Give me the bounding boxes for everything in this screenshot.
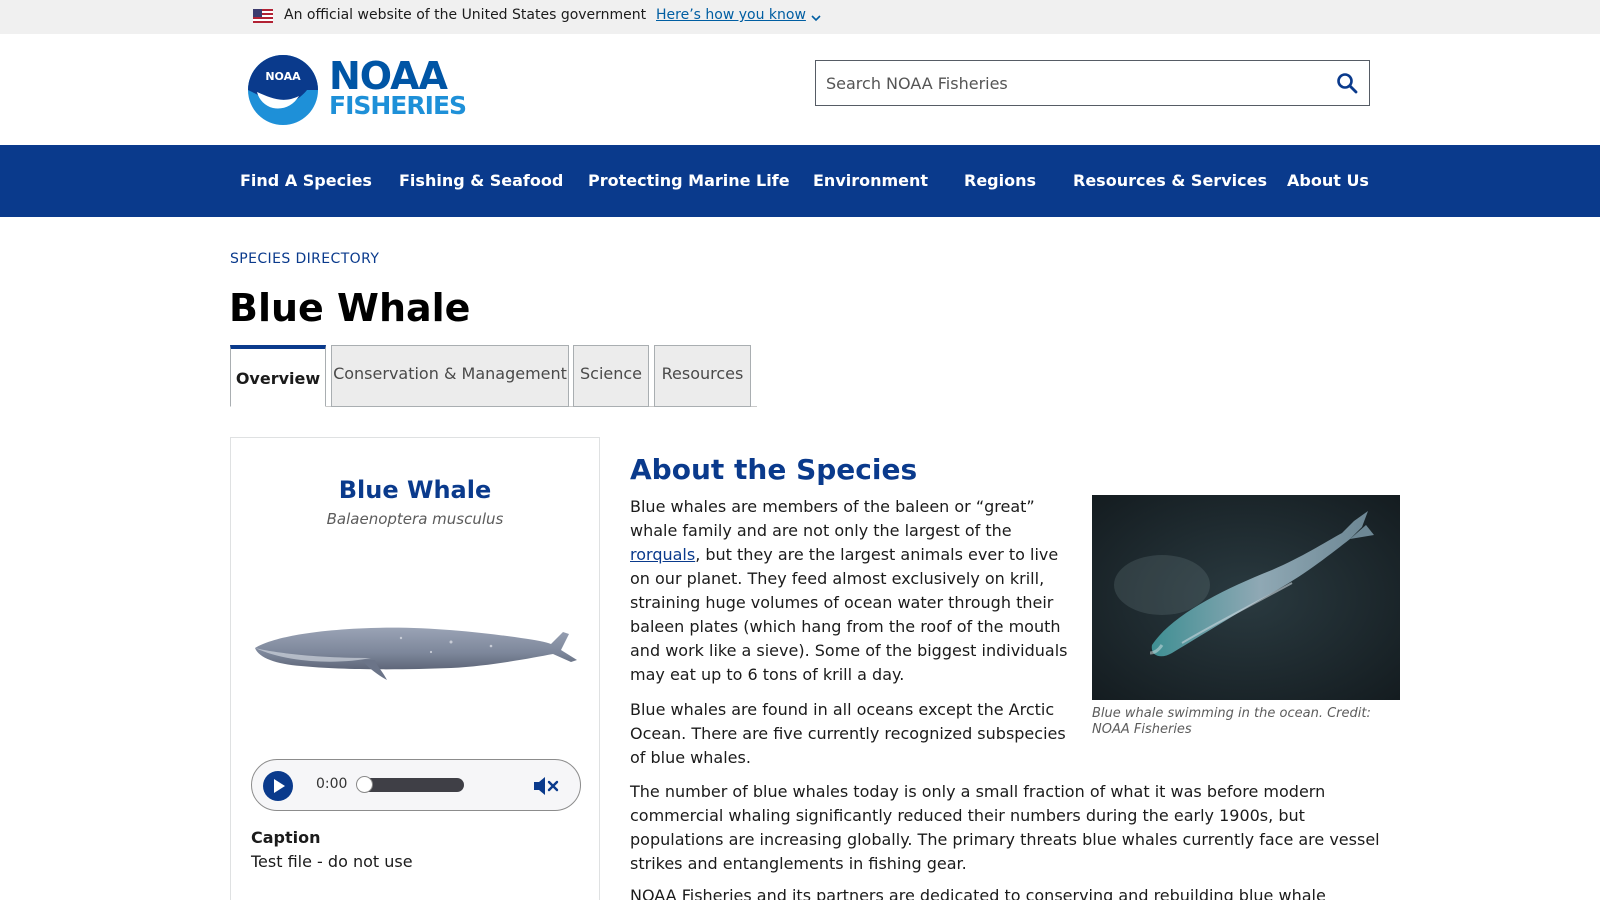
site-search [815, 60, 1370, 106]
play-icon[interactable] [263, 771, 293, 801]
gov-banner: An official website of the United States… [0, 0, 1600, 34]
paragraph-3: The number of blue whales today is only … [630, 782, 1380, 873]
paragraph-2: Blue whales are found in all oceans exce… [630, 700, 1066, 767]
paragraph-1-start: Blue whales are members of the baleen or… [630, 497, 1035, 540]
blue-whale-photo [1092, 495, 1400, 700]
gov-banner-text: An official website of the United States… [284, 7, 647, 23]
logo-text-fisheries: FISHERIES [329, 91, 467, 120]
audio-player: 0:00 [251, 759, 581, 811]
chevron-down-icon[interactable] [810, 12, 822, 24]
nav-find-a-species[interactable]: Find A Species [240, 171, 372, 190]
paragraph-1-end: , but they are the largest animals ever … [630, 545, 1068, 684]
nav-regions[interactable]: Regions [964, 171, 1036, 190]
search-input[interactable] [816, 61, 1316, 105]
tab-overview[interactable]: Overview [230, 345, 326, 407]
logo-emblem-text: NOAA [265, 70, 301, 83]
breadcrumb[interactable]: SPECIES DIRECTORY [230, 251, 379, 267]
species-common-name: Blue Whale [338, 476, 492, 504]
rorquals-link[interactable]: rorquals [630, 545, 695, 564]
caption-label: Caption [251, 828, 321, 847]
whale-photo-image [1092, 495, 1400, 700]
species-scientific-name: Balaenoptera musculus [326, 510, 504, 528]
paragraph-4: NOAA Fisheries and its partners are dedi… [630, 886, 1326, 900]
page-title: Blue Whale [229, 286, 471, 330]
noaa-emblem-icon: NOAA [248, 55, 318, 125]
muted-speaker-icon[interactable] [532, 774, 560, 798]
blue-whale-illustration [255, 627, 577, 680]
paragraph-1: Blue whales are members of the baleen or… [630, 495, 1070, 687]
photo-caption: Blue whale swimming in the ocean. Credit… [1092, 706, 1371, 737]
species-card: Blue Whale Balaenoptera musculus 0:00 Ca… [230, 437, 600, 900]
nav-protecting-marine-life[interactable]: Protecting Marine Life [588, 171, 790, 190]
how-you-know-link[interactable]: Here’s how you know [656, 7, 806, 23]
audio-progress-handle[interactable] [356, 776, 373, 793]
us-flag-icon [253, 9, 273, 23]
caption-text: Test file - do not use [251, 852, 413, 871]
about-species-heading: About the Species [630, 453, 918, 486]
search-icon[interactable] [1335, 71, 1359, 95]
nav-resources-services[interactable]: Resources & Services [1073, 171, 1267, 190]
audio-time: 0:00 [316, 776, 348, 792]
logo-text-noaa: NOAA [329, 54, 448, 98]
noaa-fisheries-logo[interactable]: NOAA NOAA FISHERIES [247, 54, 467, 126]
nav-about-us[interactable]: About Us [1287, 171, 1369, 190]
tab-conservation-management[interactable]: Conservation & Management [331, 345, 569, 407]
main-navigation: Find A Species Fishing & Seafood Protect… [0, 145, 1600, 217]
audio-progress-track[interactable] [358, 778, 464, 792]
nav-fishing-seafood[interactable]: Fishing & Seafood [399, 171, 563, 190]
tab-resources[interactable]: Resources [654, 345, 751, 407]
tab-science[interactable]: Science [573, 345, 649, 407]
nav-environment[interactable]: Environment [813, 171, 928, 190]
